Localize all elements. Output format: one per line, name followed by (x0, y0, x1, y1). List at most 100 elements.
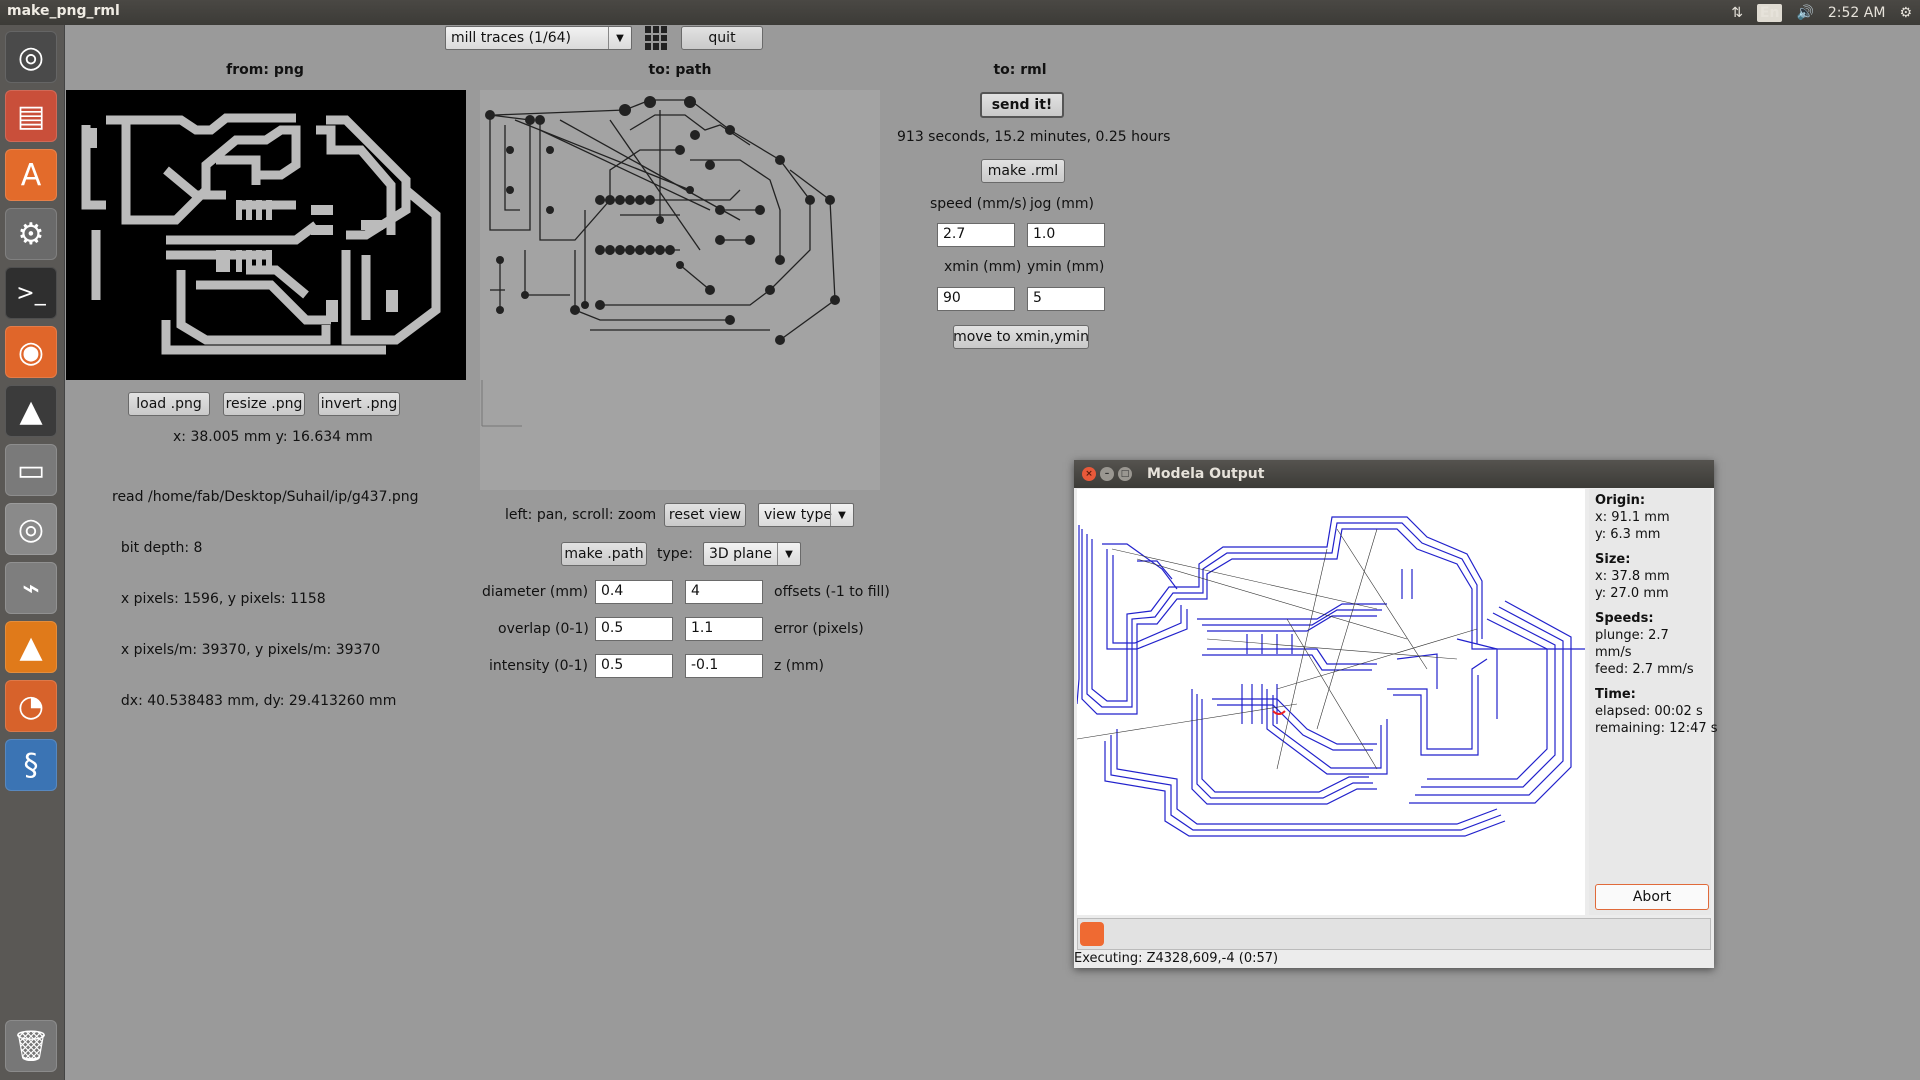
path-type-value: 3D plane (709, 546, 772, 562)
time-title: Time: (1595, 687, 1636, 702)
inkscape-icon[interactable]: ▲ (5, 385, 57, 437)
network-icon[interactable]: ⇅ (1731, 5, 1743, 21)
origin-x: x: 91.1 mm (1595, 510, 1670, 525)
z-label: z (mm) (774, 658, 824, 674)
send-it-button[interactable]: send it! (980, 92, 1064, 118)
load-png-button[interactable]: load .png (128, 392, 210, 416)
keyboard-indicator[interactable]: En (1756, 3, 1783, 22)
view-type-select[interactable]: view type ▼ (758, 503, 854, 527)
size-y: y: 27.0 mm (1595, 586, 1669, 601)
make-rml-button[interactable]: make .rml (981, 159, 1065, 183)
origin-y: y: 6.3 mm (1595, 527, 1661, 542)
move-to-xmin-ymin-button[interactable]: move to xmin,ymin (953, 325, 1089, 349)
xmin-label: xmin (mm) (944, 259, 1022, 275)
chevron-down-icon: ▼ (830, 504, 853, 526)
feed-icon[interactable]: ◔ (5, 680, 57, 732)
origin-title: Origin: (1595, 493, 1646, 508)
chevron-down-icon: ▼ (608, 27, 631, 49)
close-icon[interactable]: × (1082, 467, 1096, 481)
jog-label: jog (mm) (1030, 196, 1094, 212)
xmin-input[interactable]: 90 (937, 287, 1015, 311)
overlap-label: overlap (0-1) (498, 621, 589, 637)
system-settings-icon[interactable]: ⚙ (5, 208, 57, 260)
size-x: x: 37.8 mm (1595, 569, 1670, 584)
speeds-title: Speeds: (1595, 611, 1654, 626)
vlc-icon[interactable]: ▲ (5, 621, 57, 673)
maximize-icon[interactable]: □ (1118, 467, 1132, 481)
clock[interactable]: 2:52 AM (1828, 5, 1886, 21)
diameter-label: diameter (mm) (482, 584, 589, 600)
process-select-value: mill traces (1/64) (451, 30, 571, 46)
path-type-select[interactable]: 3D plane ▼ (703, 542, 801, 566)
pan-hint: left: pan, scroll: zoom (505, 507, 657, 523)
intensity-label: intensity (0-1) (489, 658, 588, 674)
drive-icon[interactable]: ▭ (5, 444, 57, 496)
size-title: Size: (1595, 552, 1631, 567)
software-center-icon[interactable]: A (5, 149, 57, 201)
speed-input[interactable]: 2.7 (937, 223, 1015, 247)
feed-speed: feed: 2.7 mm/s (1595, 662, 1694, 677)
resize-png-button[interactable]: resize .png (223, 392, 305, 416)
offsets-label: offsets (-1 to fill) (774, 584, 890, 600)
dvd-icon[interactable]: ◎ (5, 503, 57, 555)
diameter-input[interactable]: 0.4 (595, 580, 673, 604)
png-info-line: x pixels: 1596, y pixels: 1158 (112, 591, 326, 607)
grid-icon[interactable] (645, 26, 669, 50)
plunge-speed: plunge: 2.7 mm/s (1595, 628, 1669, 660)
z-input[interactable]: -0.1 (685, 654, 763, 678)
trash-icon[interactable]: 🗑 (5, 1020, 57, 1072)
usb-icon[interactable]: ⌁ (5, 562, 57, 614)
png-preview[interactable] (66, 90, 466, 380)
make-path-button[interactable]: make .path (561, 542, 647, 566)
png-info-line: dx: 40.538483 mm, dy: 29.413260 mm (112, 693, 397, 709)
toolpath-canvas[interactable] (1077, 489, 1585, 915)
view-type-value: view type (764, 507, 832, 523)
type-label: type: (657, 546, 693, 562)
files-icon[interactable]: ▤ (5, 90, 57, 142)
ymin-input[interactable]: 5 (1027, 287, 1105, 311)
python-icon[interactable]: § (5, 739, 57, 791)
firefox-icon[interactable]: ◉ (5, 326, 57, 378)
invert-png-button[interactable]: invert .png (318, 392, 400, 416)
offsets-input[interactable]: 4 (685, 580, 763, 604)
reset-view-button[interactable]: reset view (664, 503, 746, 527)
app-title: make_png_rml (7, 3, 120, 19)
modela-titlebar[interactable]: × – □ Modela Output (1074, 460, 1714, 488)
error-label: error (pixels) (774, 621, 864, 637)
launcher: ◎ ▤ A ⚙ >_ ◉ ▲ ▭ ◎ ⌁ ▲ ◔ § 🗑 (0, 25, 65, 1080)
cursor-coords: x: 38.005 mm y: 16.634 mm (173, 429, 373, 445)
elapsed-time: elapsed: 00:02 s (1595, 704, 1703, 719)
chevron-down-icon: ▼ (777, 543, 800, 565)
progress-fill (1080, 922, 1104, 946)
modela-title: Modela Output (1147, 466, 1265, 482)
quit-button[interactable]: quit (681, 26, 763, 50)
png-info-line: read /home/fab/Desktop/Suhail/ip/g437.pn… (112, 489, 419, 505)
error-input[interactable]: 1.1 (685, 617, 763, 641)
to-rml-header: to: rml (993, 62, 1047, 78)
png-info: read /home/fab/Desktop/Suhail/ip/g437.pn… (112, 455, 419, 727)
process-select[interactable]: mill traces (1/64) ▼ (445, 26, 632, 50)
png-info-line: bit depth: 8 (112, 540, 203, 556)
to-path-header: to: path (648, 62, 712, 78)
execution-status: Executing: Z4328,609,-4 (0:57) (1074, 951, 1279, 966)
intensity-input[interactable]: 0.5 (595, 654, 673, 678)
job-info-panel: Origin: x: 91.1 mm y: 6.3 mm Size: x: 37… (1589, 489, 1718, 915)
top-panel: make_png_rml ⇅ En 🔊 2:52 AM ⚙ (0, 0, 1920, 25)
minimize-icon[interactable]: – (1100, 467, 1114, 481)
terminal-icon[interactable]: >_ (5, 267, 57, 319)
abort-button[interactable]: Abort (1595, 884, 1709, 910)
jog-input[interactable]: 1.0 (1027, 223, 1105, 247)
overlap-input[interactable]: 0.5 (595, 617, 673, 641)
settings-gear-icon[interactable]: ⚙ (1899, 5, 1912, 21)
png-info-line: x pixels/m: 39370, y pixels/m: 39370 (112, 642, 381, 658)
job-progress-bar (1077, 918, 1711, 950)
volume-icon[interactable]: 🔊 (1796, 5, 1813, 21)
from-png-header: from: png (226, 62, 304, 78)
system-tray: ⇅ En 🔊 2:52 AM ⚙ (1731, 0, 1912, 25)
speed-label: speed (mm/s) (930, 196, 1027, 212)
remaining-time: remaining: 12:47 s (1595, 721, 1718, 736)
ymin-label: ymin (mm) (1027, 259, 1105, 275)
dash-home-icon[interactable]: ◎ (5, 31, 57, 83)
path-preview[interactable] (480, 90, 880, 490)
time-estimate: 913 seconds, 15.2 minutes, 0.25 hours (897, 129, 1171, 145)
